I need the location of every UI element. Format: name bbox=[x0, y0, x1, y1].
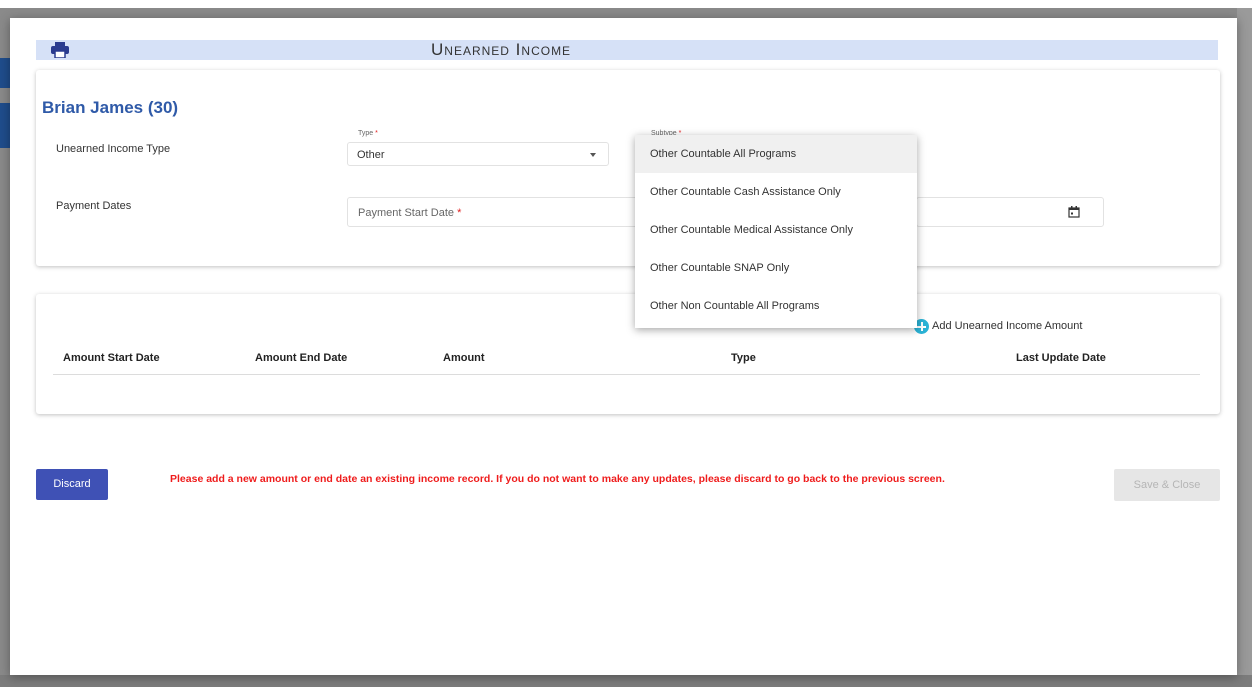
subtype-option[interactable]: Other Countable All Programs bbox=[635, 135, 917, 173]
discard-button[interactable]: Discard bbox=[36, 469, 108, 500]
column-header[interactable]: Amount End Date bbox=[255, 352, 347, 364]
validation-warning: Please add a new amount or end date an e… bbox=[170, 473, 945, 485]
subtype-option[interactable]: Other Non Countable All Programs bbox=[635, 287, 917, 325]
caret-down-icon bbox=[590, 153, 596, 157]
unearned-income-type-label: Unearned Income Type bbox=[56, 143, 171, 155]
column-header[interactable]: Last Update Date bbox=[1016, 352, 1106, 364]
print-icon[interactable] bbox=[51, 42, 69, 58]
payment-start-placeholder: Payment Start Date bbox=[358, 207, 454, 219]
person-name: Brian James (30) bbox=[42, 98, 179, 117]
background-topbar bbox=[0, 0, 1252, 8]
type-select-value: Other bbox=[357, 149, 385, 161]
add-unearned-income-amount-button[interactable]: Add Unearned Income Amount bbox=[914, 318, 1083, 334]
column-header[interactable]: Amount bbox=[443, 352, 485, 364]
subtype-option[interactable]: Other Countable Cash Assistance Only bbox=[635, 173, 917, 211]
save-and-close-button[interactable]: Save & Close bbox=[1114, 469, 1220, 501]
income-details-card: Brian James (30) Unearned Income Type Ty… bbox=[36, 70, 1220, 266]
dialog-title: Unearned Income bbox=[431, 40, 572, 59]
calendar-icon[interactable] bbox=[1068, 206, 1080, 218]
subtype-option[interactable]: Other Countable SNAP Only bbox=[635, 249, 917, 287]
type-field-label: Type * bbox=[358, 130, 378, 137]
background-bottom bbox=[0, 675, 1252, 687]
type-select[interactable]: Other bbox=[347, 142, 609, 166]
payment-end-date-input[interactable] bbox=[916, 197, 1104, 227]
subtype-dropdown-menu: Other Countable All Programs Other Count… bbox=[635, 135, 917, 328]
table-header-divider bbox=[53, 374, 1200, 375]
income-amounts-card: Add Unearned Income Amount Amount Start … bbox=[36, 294, 1220, 414]
required-mark: * bbox=[457, 207, 462, 219]
subtype-option[interactable]: Other Countable Medical Assistance Only bbox=[635, 211, 917, 249]
add-amount-label: Add Unearned Income Amount bbox=[932, 320, 1083, 332]
column-header[interactable]: Type bbox=[731, 352, 756, 364]
dialog-title-bar: Unearned Income bbox=[36, 40, 1218, 60]
unearned-income-dialog: Unearned Income Brian James (30) Unearne… bbox=[10, 18, 1237, 675]
payment-start-date-input[interactable]: Payment Start Date * bbox=[347, 197, 639, 227]
column-header[interactable]: Amount Start Date bbox=[63, 352, 160, 364]
background-strip bbox=[1237, 8, 1252, 687]
payment-dates-label: Payment Dates bbox=[56, 200, 132, 212]
